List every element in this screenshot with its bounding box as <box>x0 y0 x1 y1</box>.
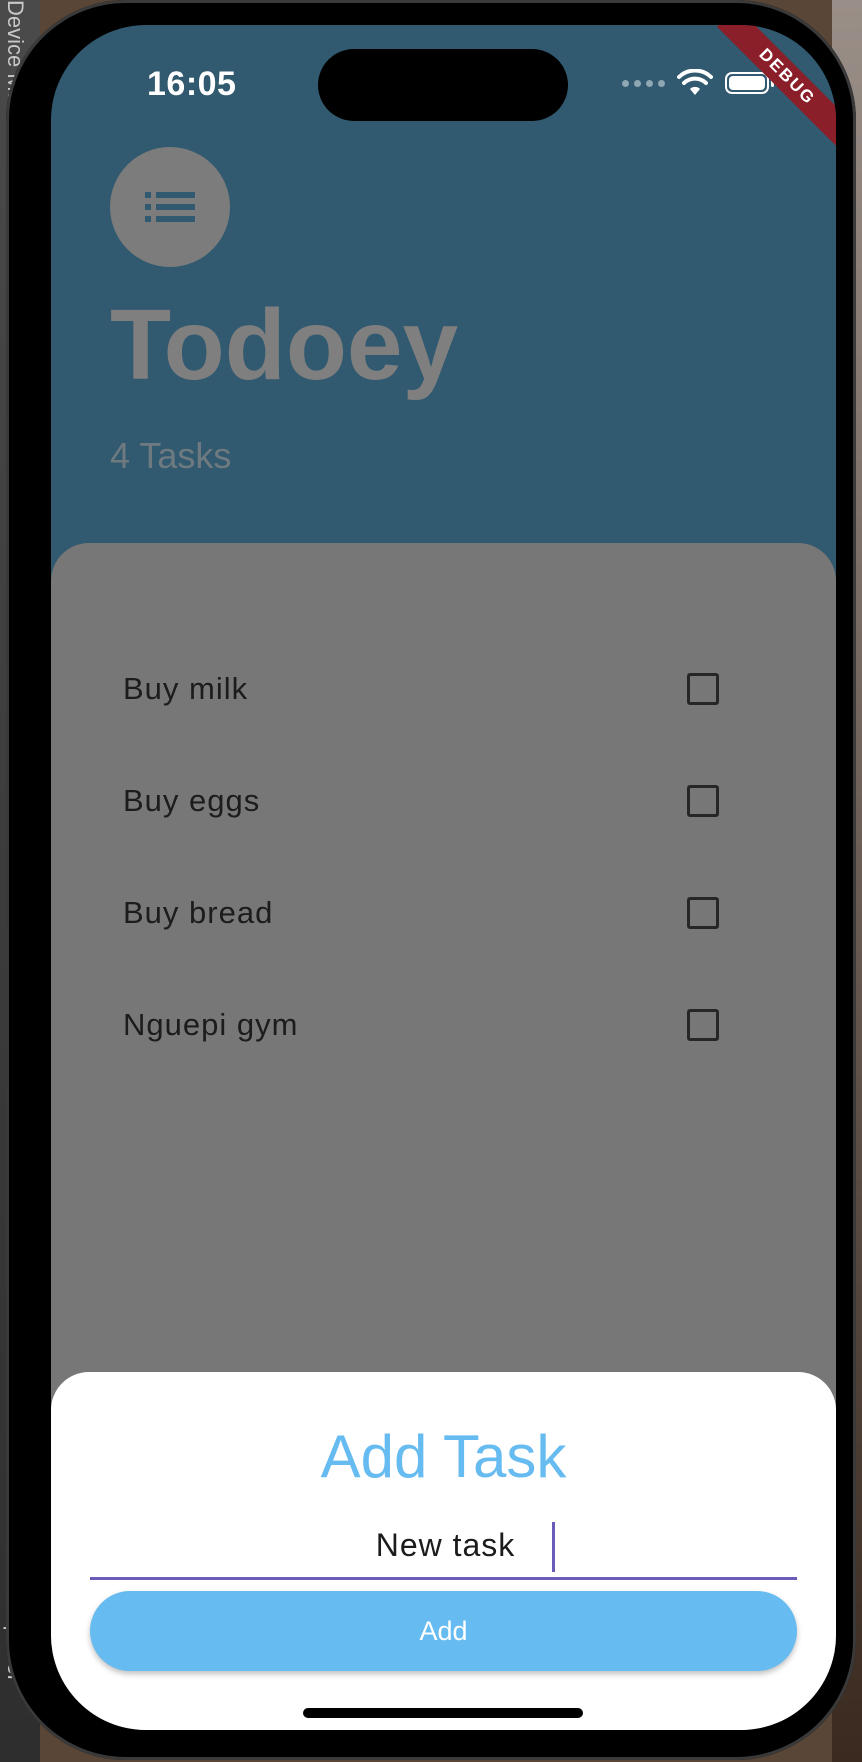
add-button[interactable]: Add <box>90 1591 797 1671</box>
home-indicator <box>303 1708 583 1718</box>
app-title: Todoey <box>110 289 459 401</box>
status-icons <box>622 69 774 97</box>
task-checkbox[interactable] <box>687 1009 719 1041</box>
dynamic-island <box>318 49 568 121</box>
task-checkbox[interactable] <box>687 785 719 817</box>
task-row[interactable]: Buy eggs <box>51 745 836 857</box>
add-task-title: Add Task <box>320 1423 567 1490</box>
task-label: Nguepi gym <box>123 1007 299 1042</box>
menu-button[interactable] <box>110 147 230 267</box>
task-label: Buy eggs <box>123 783 261 818</box>
task-label: Buy bread <box>123 895 274 930</box>
list-icon <box>145 192 195 222</box>
task-checkbox[interactable] <box>687 897 719 929</box>
task-row[interactable]: Nguepi gym <box>51 969 836 1081</box>
task-label: Buy milk <box>123 671 249 706</box>
text-cursor <box>552 1522 555 1572</box>
task-count: 4 Tasks <box>110 435 232 476</box>
battery-icon <box>725 72 769 94</box>
phone-screen: 16:05 DEBUG Todoey 4 Tasks Buy milk Buy … <box>51 25 836 1730</box>
new-task-input[interactable] <box>90 1514 801 1576</box>
wifi-icon <box>677 69 713 95</box>
task-checkbox[interactable] <box>687 673 719 705</box>
task-list: Buy milk Buy eggs Buy bread Nguepi gym <box>51 633 836 1081</box>
signal-dots-icon <box>622 79 665 87</box>
status-time: 16:05 <box>147 65 237 103</box>
task-row[interactable]: Buy milk <box>51 633 836 745</box>
phone-frame: 16:05 DEBUG Todoey 4 Tasks Buy milk Buy … <box>6 0 856 1760</box>
task-input-wrapper <box>90 1514 801 1580</box>
task-row[interactable]: Buy bread <box>51 857 836 969</box>
add-task-sheet: Add Task Add <box>51 1372 836 1730</box>
